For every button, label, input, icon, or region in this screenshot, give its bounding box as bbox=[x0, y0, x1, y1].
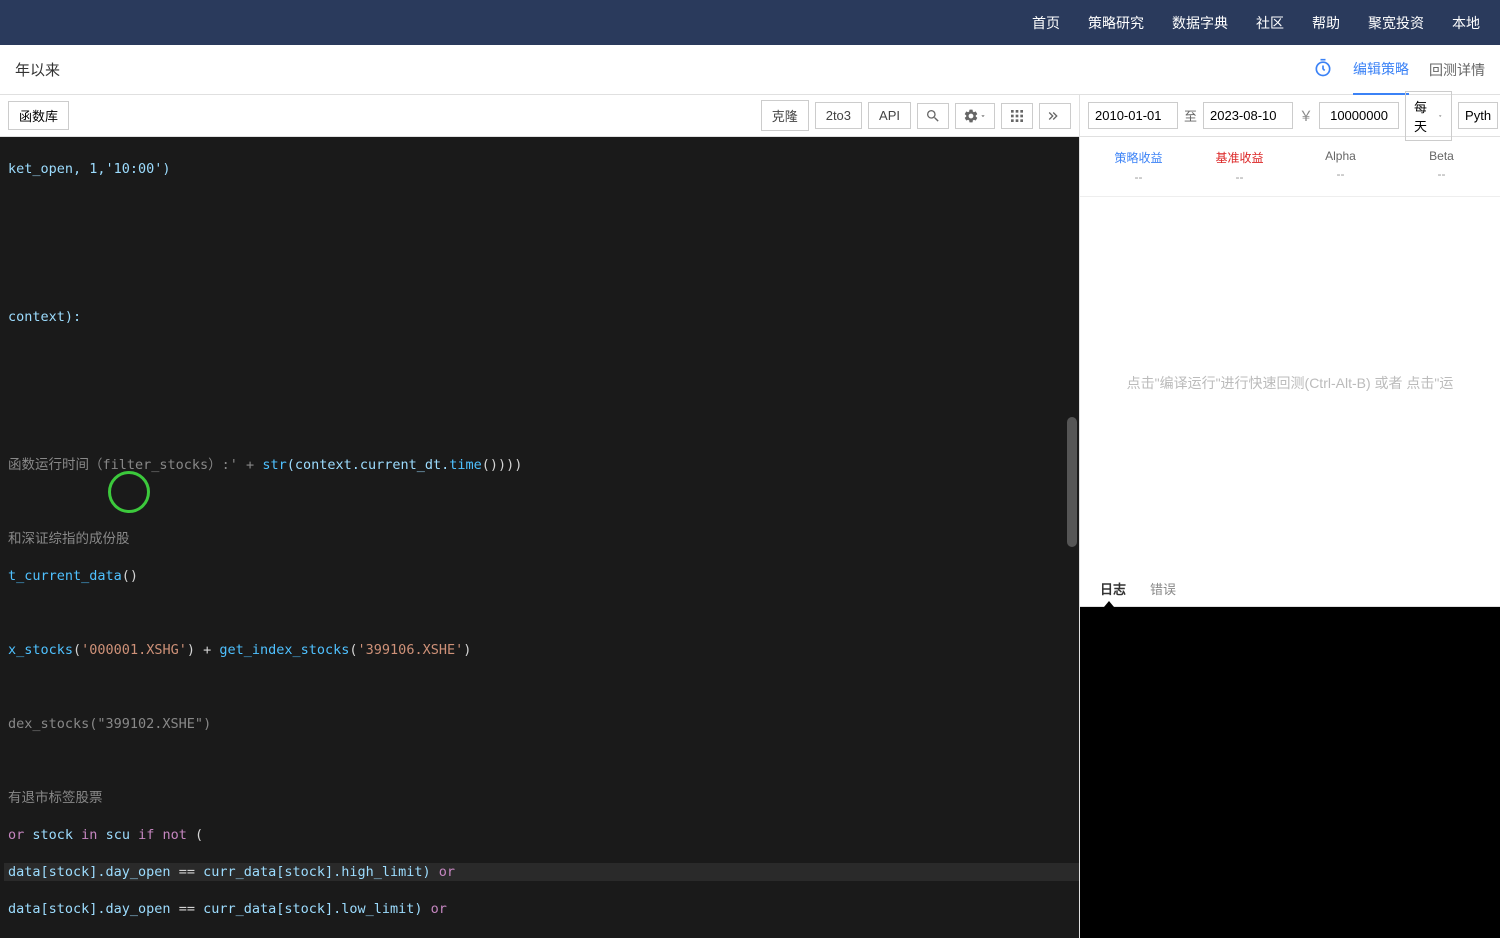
currency-symbol: ￥ bbox=[1299, 106, 1313, 126]
py2to3-button[interactable]: 2to3 bbox=[815, 102, 862, 129]
clone-button[interactable]: 克隆 bbox=[761, 100, 809, 131]
metric-benchmark-return: 基准收益-- bbox=[1189, 149, 1290, 184]
date-to-input[interactable] bbox=[1203, 102, 1293, 129]
nav-research[interactable]: 策略研究 bbox=[1088, 13, 1144, 33]
sub-bar: 年以来 编辑策略 回测详情 bbox=[0, 45, 1500, 95]
date-separator: 至 bbox=[1184, 106, 1197, 125]
api-button[interactable]: API bbox=[868, 102, 911, 129]
top-nav: 首页 策略研究 数据字典 社区 帮助 聚宽投资 本地 bbox=[0, 0, 1500, 45]
function-library-button[interactable]: 函数库 bbox=[8, 101, 69, 130]
nav-local[interactable]: 本地 bbox=[1452, 13, 1480, 33]
gear-icon[interactable] bbox=[955, 103, 995, 129]
code-editor[interactable]: ket_open, 1,'10:00') context): 函数运行时间（fi… bbox=[0, 137, 1079, 938]
frequency-select[interactable]: 每天 bbox=[1405, 91, 1452, 141]
tab-backtest-detail[interactable]: 回测详情 bbox=[1429, 46, 1485, 94]
nav-help[interactable]: 帮助 bbox=[1312, 13, 1340, 33]
strategy-title: 年以来 bbox=[15, 59, 60, 80]
metric-strategy-return: 策略收益-- bbox=[1088, 149, 1189, 184]
language-select[interactable]: Pyth bbox=[1458, 102, 1498, 129]
nav-community[interactable]: 社区 bbox=[1256, 13, 1284, 33]
metric-beta: Beta-- bbox=[1391, 149, 1492, 184]
nav-invest[interactable]: 聚宽投资 bbox=[1368, 13, 1424, 33]
more-icon[interactable] bbox=[1039, 103, 1071, 129]
log-tabs: 日志 错误 bbox=[1080, 569, 1500, 607]
search-icon[interactable] bbox=[917, 103, 949, 129]
date-from-input[interactable] bbox=[1088, 102, 1178, 129]
nav-data-dict[interactable]: 数据字典 bbox=[1172, 13, 1228, 33]
log-tab-log[interactable]: 日志 bbox=[1100, 579, 1126, 598]
timer-icon[interactable] bbox=[1313, 58, 1333, 81]
hint-area: 点击"编译运行"进行快速回测(Ctrl-Alt-B) 或者 点击"运 bbox=[1080, 197, 1500, 569]
editor-scrollbar[interactable] bbox=[1067, 417, 1077, 547]
log-tab-caret-icon bbox=[1104, 601, 1114, 607]
metric-alpha: Alpha-- bbox=[1290, 149, 1391, 184]
tab-edit-strategy[interactable]: 编辑策略 bbox=[1353, 45, 1409, 95]
backtest-toolbar: 至 ￥ 每天 Pyth bbox=[1080, 95, 1500, 137]
editor-toolbar: 函数库 克隆 2to3 API bbox=[0, 95, 1079, 137]
keyboard-icon[interactable] bbox=[1001, 103, 1033, 129]
metrics-row: 策略收益-- 基准收益-- Alpha-- Beta-- bbox=[1080, 137, 1500, 197]
cash-input[interactable] bbox=[1319, 102, 1399, 129]
log-tab-error[interactable]: 错误 bbox=[1150, 579, 1176, 598]
compile-hint: 点击"编译运行"进行快速回测(Ctrl-Alt-B) 或者 点击"运 bbox=[1127, 373, 1454, 393]
log-output[interactable] bbox=[1080, 607, 1500, 938]
nav-home[interactable]: 首页 bbox=[1032, 13, 1060, 33]
